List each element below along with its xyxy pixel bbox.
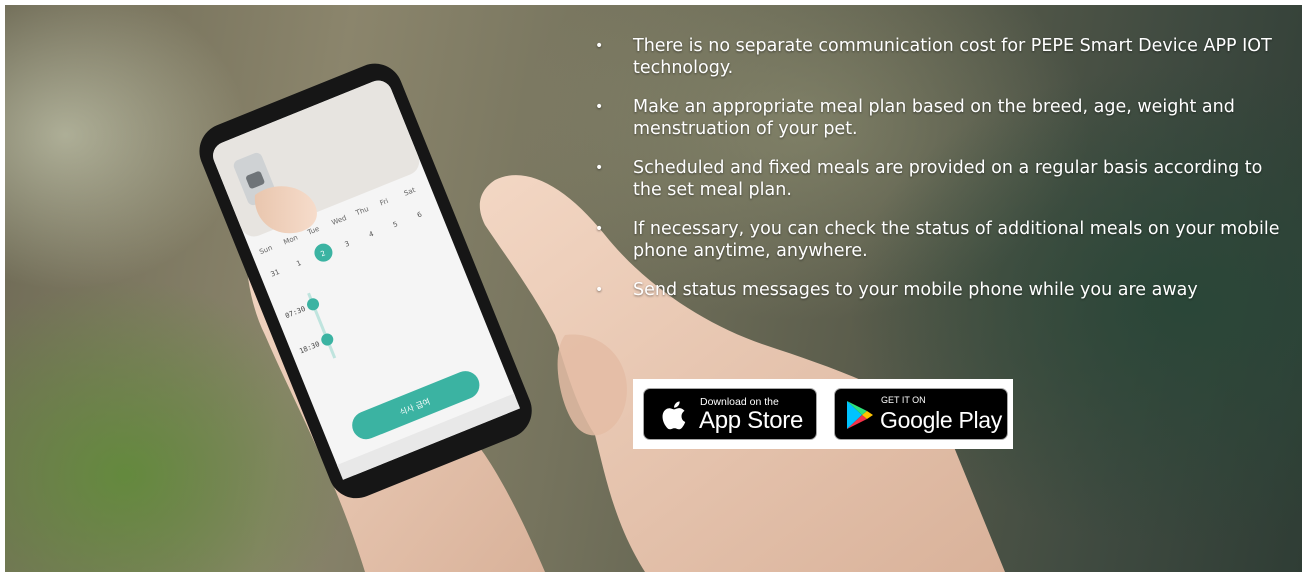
google-play-icon [847,401,873,429]
store-badges: Download on the App Store GET IT ON Goog… [633,379,1013,449]
google-play-big-label: Google Play [880,407,1002,433]
bullet-icon: • [595,38,604,54]
bullet-icon: • [595,99,604,115]
google-play-small-label: GET IT ON [881,395,926,405]
apple-icon [662,401,686,430]
app-store-button[interactable]: Download on the App Store [643,388,817,440]
feature-item: • Make an appropriate meal plan based on … [593,96,1293,140]
feature-item: • Scheduled and fixed meals are provided … [593,157,1293,201]
bullet-icon: • [595,282,604,298]
bullet-icon: • [595,160,604,176]
feature-list: • There is no separate communication cost… [593,35,1293,318]
feature-item: • If necessary, you can check the status … [593,218,1293,262]
feature-item: • Send status messages to your mobile pho… [593,279,1293,301]
app-store-big-label: App Store [699,407,804,434]
hero-banner: Sun Mon Tue Wed Thu Fri Sat 31 1 2 3 4 5… [5,5,1302,572]
google-play-button[interactable]: GET IT ON Google Play [834,388,1008,440]
feature-text: Send status messages to your mobile phon… [633,280,1198,300]
bullet-icon: • [595,221,604,237]
feature-text: There is no separate communication cost … [633,36,1272,78]
feature-text: Make an appropriate meal plan based on t… [633,97,1235,139]
smartphone: Sun Mon Tue Wed Thu Fri Sat 31 1 2 3 4 5… [199,63,532,499]
feature-text: Scheduled and fixed meals are provided o… [633,158,1263,200]
feature-item: • There is no separate communication cost… [593,35,1293,79]
feature-text: If necessary, you can check the status o… [633,219,1280,261]
